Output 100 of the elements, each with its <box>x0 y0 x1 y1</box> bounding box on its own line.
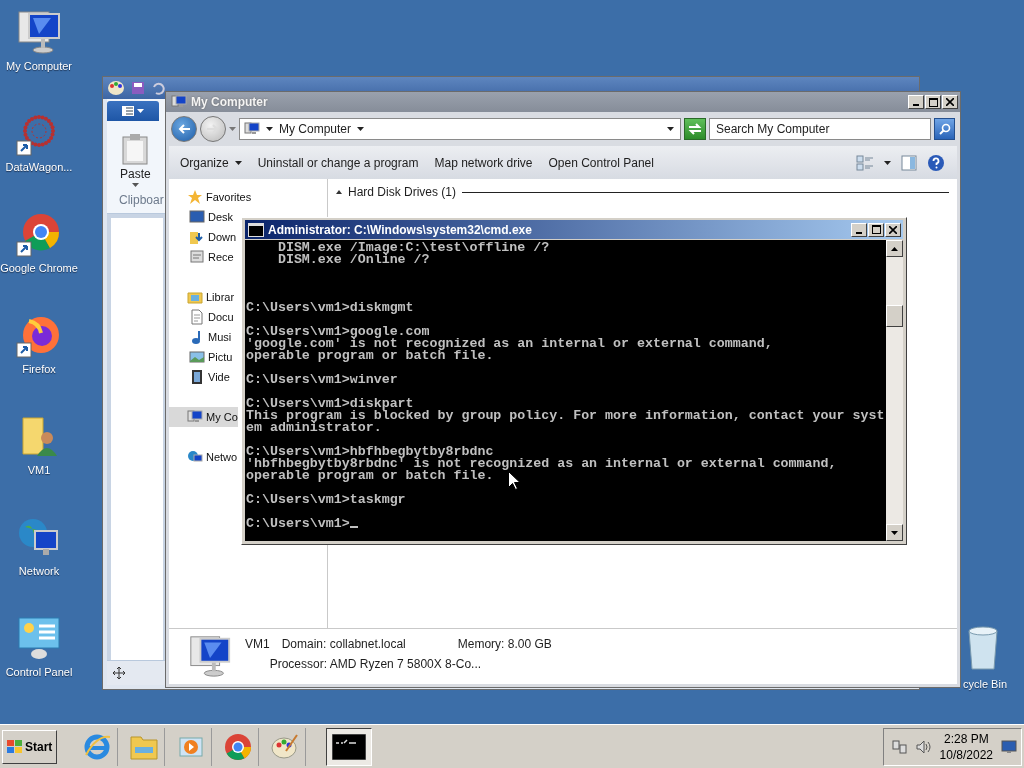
film-strip-icon <box>189 369 205 385</box>
caret-icon <box>137 109 144 113</box>
console-line: C:\Users\vm1>taskmgr <box>246 494 406 506</box>
console-line: C:\Users\vm1>google.com <box>246 326 430 338</box>
console-line: operable program or batch file. <box>246 350 494 362</box>
scroll-up-button[interactable] <box>886 240 903 257</box>
console-line: DISM.exe /Image:C:\test\offline /? <box>276 242 550 254</box>
left-arrow-icon <box>178 124 190 134</box>
undo-icon[interactable] <box>151 81 165 95</box>
nav-item[interactable]: Desk <box>169 207 234 227</box>
desktop-icon <box>189 209 205 225</box>
close-icon[interactable] <box>946 98 954 106</box>
caret-icon <box>357 127 365 131</box>
maximize-icon[interactable] <box>928 97 938 107</box>
desktop-icon-label[interactable]: My Computer <box>6 60 72 72</box>
internet-explorer-icon <box>83 732 112 761</box>
library-folder-icon <box>187 289 203 305</box>
section-header: Hard Disk Drives (1) <box>348 185 456 199</box>
command-button[interactable]: Uninstall or change a program <box>252 152 424 173</box>
computer-icon <box>15 8 63 56</box>
desktop-icon-label[interactable]: VM1 <box>27 464 51 476</box>
taskbar-button[interactable] <box>326 727 373 766</box>
nav-item[interactable]: Librar <box>169 287 235 307</box>
nav-item[interactable]: Netwo <box>169 447 238 467</box>
caret-icon <box>667 127 674 131</box>
command-button[interactable]: Organize <box>175 152 247 173</box>
computer-icon <box>244 121 260 137</box>
start-button[interactable]: Start <box>2 729 58 764</box>
collapse-caret-icon[interactable] <box>336 190 342 194</box>
forward-button[interactable] <box>200 116 226 142</box>
console-line: C:\Users\vm1>winver <box>246 374 398 386</box>
help-icon[interactable] <box>927 153 945 172</box>
close-icon[interactable] <box>889 225 897 234</box>
recent-places-icon <box>189 249 205 265</box>
network-status-icon[interactable] <box>891 738 908 755</box>
save-icon[interactable] <box>131 81 145 95</box>
console-line: C:\Users\vm1>diskpart <box>246 398 414 410</box>
console-line: em administrator. <box>246 422 382 434</box>
search-button[interactable] <box>934 118 955 140</box>
paste-button[interactable]: Paste <box>107 127 164 187</box>
console-prompt: C:\Users\vm1> <box>246 516 350 531</box>
desktop-icon-label[interactable]: Google Chrome <box>0 262 78 274</box>
nav-item[interactable]: Favorites <box>169 187 252 207</box>
download-folder-icon <box>189 229 205 245</box>
console-icon <box>332 733 367 760</box>
maximize-icon[interactable] <box>871 225 881 234</box>
caret-icon <box>884 160 891 165</box>
move-icon <box>113 667 125 679</box>
search-icon <box>938 123 951 135</box>
clipboard-icon <box>121 133 150 165</box>
app-menu-button[interactable] <box>107 101 159 121</box>
nav-item[interactable]: Pictu <box>169 347 233 367</box>
refresh-button[interactable] <box>684 118 706 140</box>
desktop-icon-label[interactable]: Control Panel <box>5 666 73 678</box>
palette-icon <box>107 80 125 96</box>
network-icon <box>187 449 203 465</box>
command-button[interactable]: Open Control Panel <box>543 152 659 173</box>
nav-item[interactable]: Vide <box>169 367 230 387</box>
caret-icon <box>131 183 139 187</box>
speaker-icon[interactable] <box>915 738 932 755</box>
desktop-icon-label[interactable]: DataWagon... <box>5 161 73 173</box>
control-panel-icon <box>15 614 63 662</box>
caret-icon <box>891 530 898 535</box>
nav-item[interactable]: My Co <box>169 407 238 427</box>
search-field[interactable]: Search My Computer <box>709 118 931 140</box>
scrollbar[interactable] <box>886 240 903 541</box>
console-line: C:\Users\vm1>hbfhbegbytby8rbdnc <box>246 446 494 458</box>
window-title: Administrator: C:\Windows\system32\cmd.exe <box>268 222 532 237</box>
clock[interactable]: 2:28 PM 10/8/2022 <box>939 730 993 763</box>
up-arrow-icon <box>891 246 898 251</box>
computer-icon <box>187 633 233 679</box>
back-button[interactable] <box>171 116 197 142</box>
console-line: C:\Users\vm1>diskmgmt <box>246 302 414 314</box>
scroll-down-button[interactable] <box>886 524 903 541</box>
caret-icon <box>266 127 273 131</box>
palette-icon <box>271 732 300 761</box>
windows-flag-icon <box>7 739 23 754</box>
memory-text: Memory: 8.00 GB <box>456 637 552 651</box>
menu-icon <box>122 106 134 116</box>
computer-name: VM1 <box>245 637 270 651</box>
caret-icon <box>229 127 236 131</box>
nav-item[interactable]: Musi <box>169 327 232 347</box>
window-title: My Computer <box>191 95 268 109</box>
show-desktop-icon[interactable] <box>1001 739 1017 754</box>
caret-icon <box>234 160 242 165</box>
console-line: 'hbfhbegbytby8rbdnc' is not recognized as an internal or external command, <box>246 458 837 470</box>
refresh-arrows-icon <box>688 123 702 135</box>
picture-icon <box>189 349 205 365</box>
nav-item[interactable]: Rece <box>169 247 234 267</box>
computer-icon <box>171 94 187 110</box>
scroll-thumb[interactable] <box>886 305 903 327</box>
domain-text: Domain: collabnet.local <box>281 637 406 651</box>
nav-item[interactable]: Docu <box>169 307 234 327</box>
desktop-icon-label[interactable]: cycle Bin <box>963 678 1008 690</box>
command-button[interactable]: Map network drive <box>429 152 538 173</box>
desktop-icon-label[interactable]: Firefox <box>22 363 56 375</box>
address-bar[interactable]: My Computer <box>239 118 681 140</box>
desktop-icon-label[interactable]: Network <box>18 565 60 577</box>
nav-item[interactable]: Down <box>169 227 237 247</box>
group-label: Clipboar <box>118 193 164 207</box>
